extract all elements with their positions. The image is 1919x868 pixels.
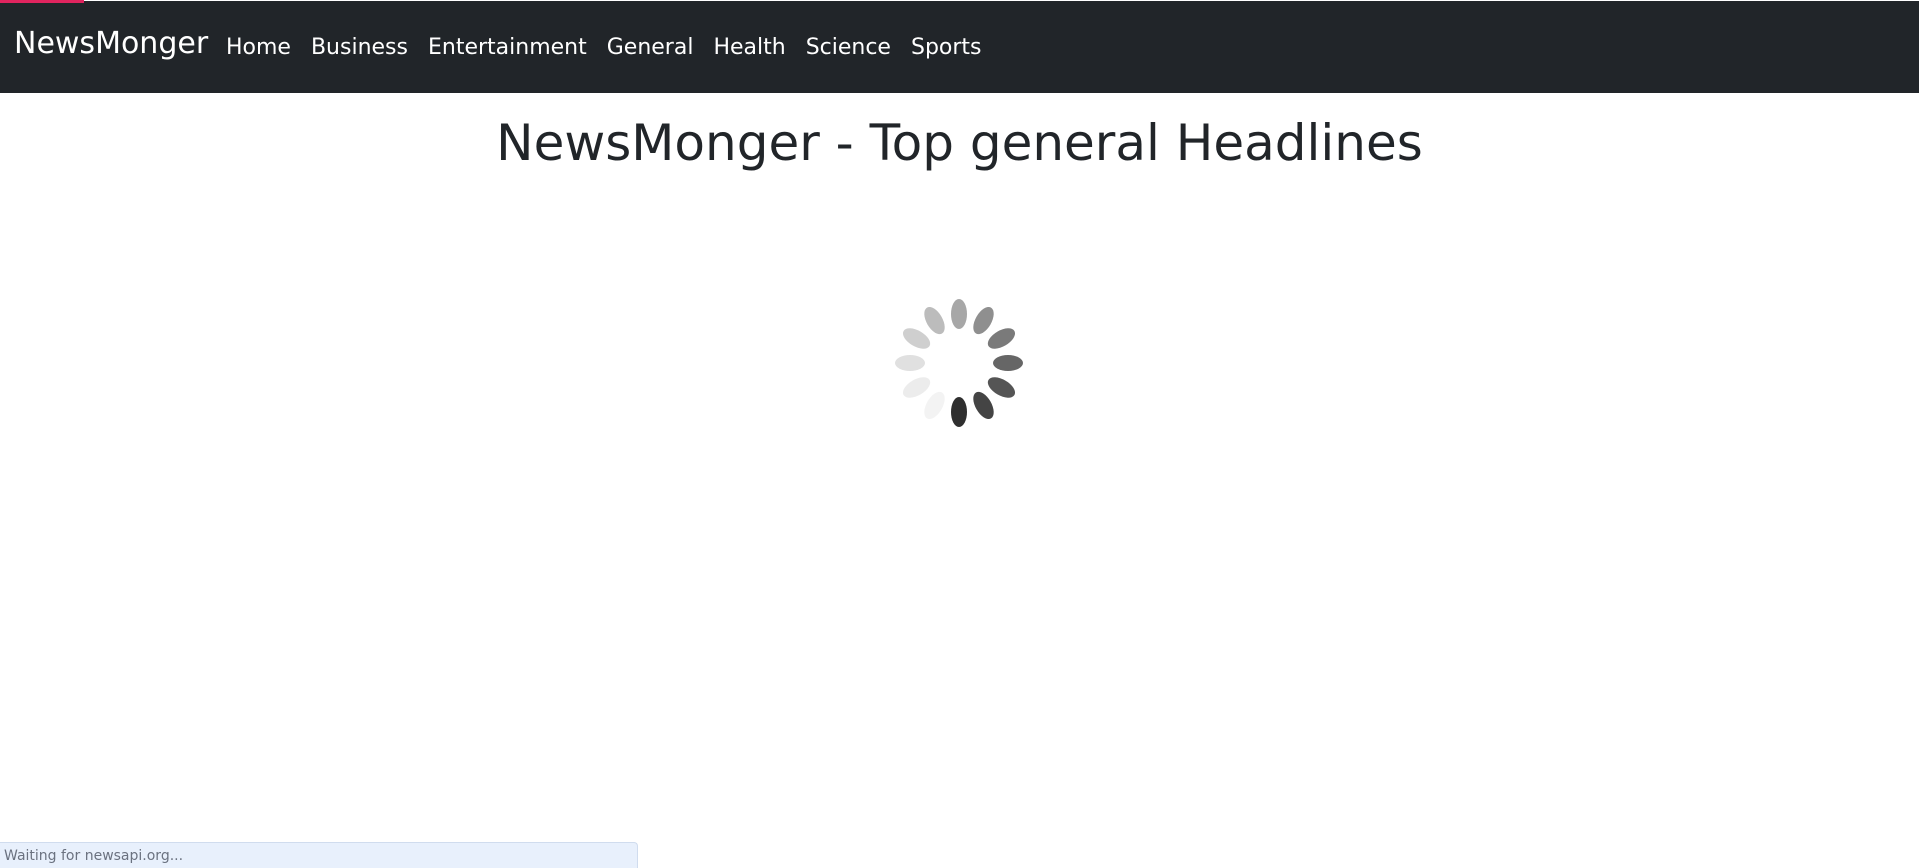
nav-link-science[interactable]: Science xyxy=(806,35,891,60)
spinner-petal xyxy=(951,299,967,329)
brand-link[interactable]: NewsMonger xyxy=(14,26,208,61)
spinner-petal xyxy=(993,355,1023,371)
spinner-petal xyxy=(951,397,967,427)
spinner-petal xyxy=(973,306,994,335)
top-navbar: NewsMonger Home Business Entertainment G… xyxy=(0,1,1919,93)
spinner-petal xyxy=(902,328,931,349)
loading-spinner-icon xyxy=(892,296,1026,430)
nav-link-general[interactable]: General xyxy=(607,35,694,60)
nav-link-entertainment[interactable]: Entertainment xyxy=(428,35,587,60)
nav-link-business[interactable]: Business xyxy=(311,35,408,60)
spinner-petal xyxy=(987,328,1016,349)
nav-link-health[interactable]: Health xyxy=(713,35,785,60)
status-text: Waiting for newsapi.org... xyxy=(4,848,184,864)
page-load-progress-bar xyxy=(0,0,84,3)
browser-status-bar: Waiting for newsapi.org... xyxy=(0,842,638,868)
spinner-graphic xyxy=(895,299,1023,427)
page-title: NewsMonger - Top general Headlines xyxy=(496,114,1423,172)
spinner-petal xyxy=(924,306,945,335)
nav-link-sports[interactable]: Sports xyxy=(911,35,982,60)
spinner-petal xyxy=(895,355,925,371)
nav-links: Home Business Entertainment General Heal… xyxy=(226,35,1002,60)
nav-link-home[interactable]: Home xyxy=(226,35,291,60)
spinner-petal xyxy=(973,391,994,420)
spinner-petal xyxy=(987,377,1016,398)
spinner-petal xyxy=(902,377,931,398)
spinner-petal xyxy=(924,391,945,420)
